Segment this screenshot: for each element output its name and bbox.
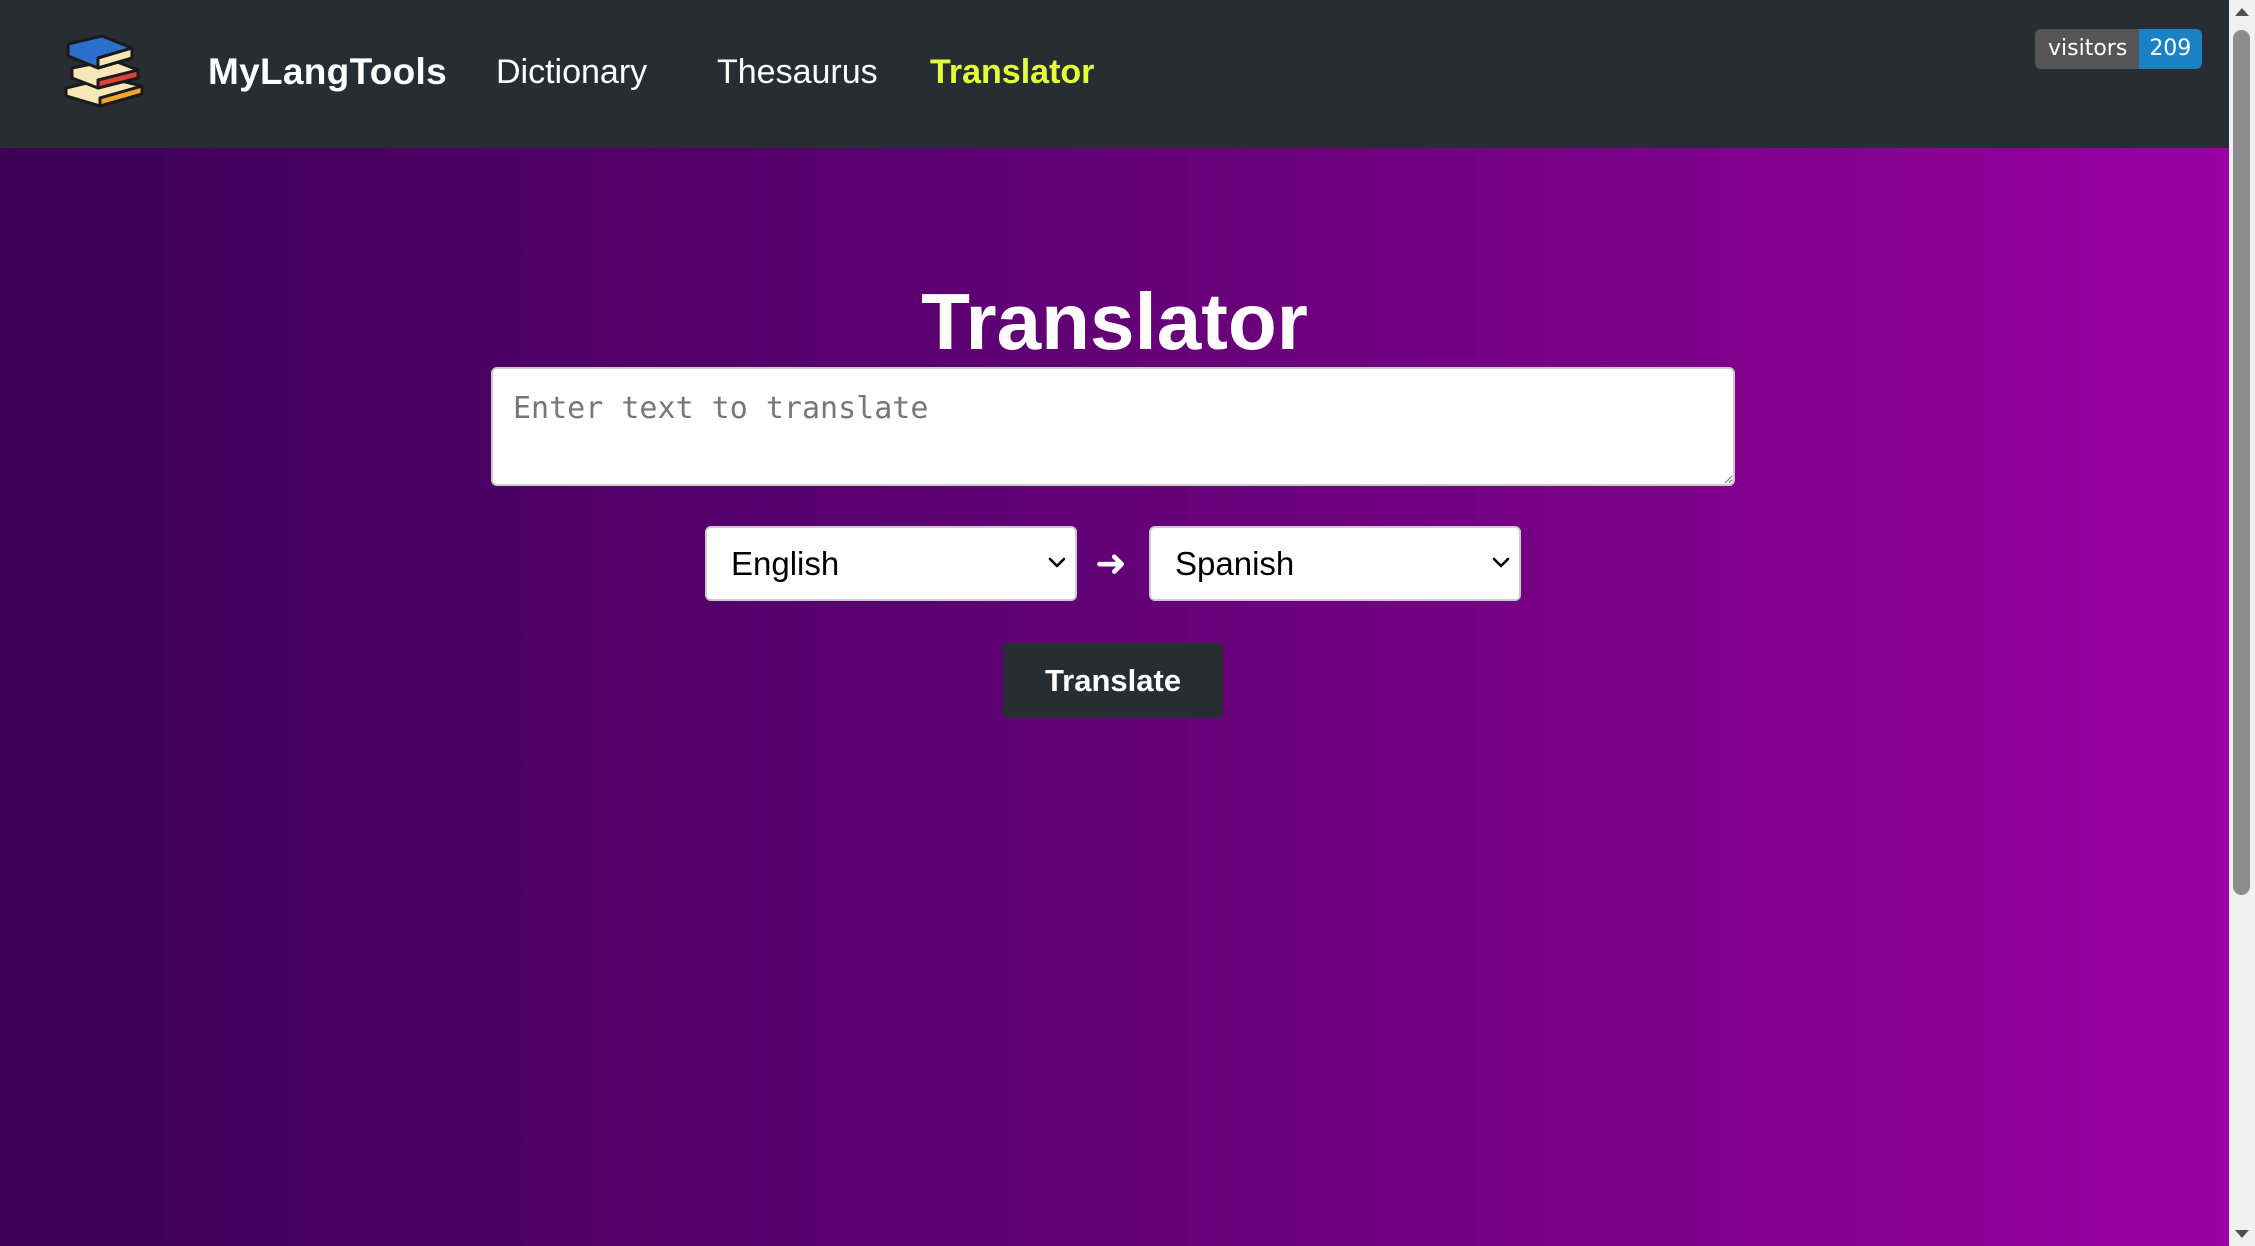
- page: MyLangTools Dictionary Thesaurus Transla…: [0, 0, 2255, 1246]
- chevron-down-icon: [1492, 557, 1510, 568]
- right-arrow-icon: ➜: [1095, 543, 1127, 585]
- page-title: Translator: [921, 276, 1308, 366]
- scroll-up-icon[interactable]: [2235, 8, 2249, 16]
- translate-button[interactable]: Translate: [1003, 643, 1223, 718]
- scrollbar-thumb[interactable]: [2233, 30, 2250, 895]
- navbar: MyLangTools Dictionary Thesaurus Transla…: [0, 0, 2229, 148]
- translate-text-input[interactable]: [491, 367, 1735, 486]
- nav-link-dictionary[interactable]: Dictionary: [496, 48, 647, 96]
- target-language-select[interactable]: Spanish: [1149, 526, 1521, 601]
- chevron-down-icon: [1048, 557, 1066, 568]
- books-logo-icon[interactable]: [62, 30, 146, 108]
- visitors-badge-count: 209: [2139, 29, 2203, 69]
- source-language-value: English: [731, 545, 840, 582]
- nav-link-translator[interactable]: Translator: [930, 48, 1094, 96]
- vertical-scrollbar[interactable]: [2229, 0, 2255, 1246]
- visitors-badge: visitors 209: [2035, 29, 2203, 69]
- target-language-value: Spanish: [1175, 545, 1295, 582]
- source-language-select[interactable]: English: [705, 526, 1077, 601]
- brand-name[interactable]: MyLangTools: [208, 48, 447, 96]
- visitors-badge-label: visitors: [2035, 29, 2140, 69]
- scroll-down-icon[interactable]: [2235, 1230, 2249, 1238]
- nav-link-thesaurus[interactable]: Thesaurus: [717, 48, 878, 96]
